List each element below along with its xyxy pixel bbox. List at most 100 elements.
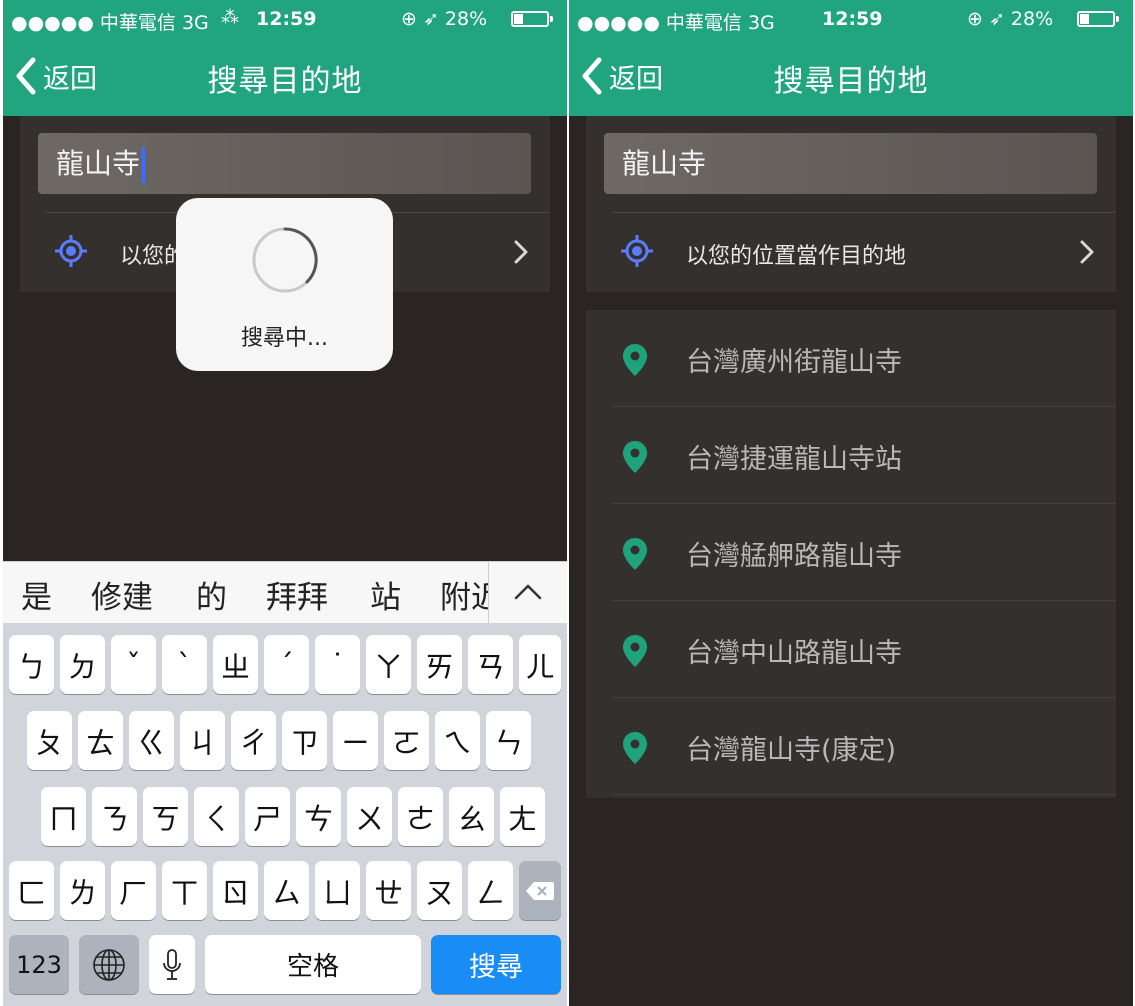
key[interactable]: ㄟ (435, 711, 480, 770)
key[interactable]: ㄜ (398, 787, 443, 846)
candidate-word[interactable]: 是 (21, 572, 52, 617)
chevron-up-icon (514, 584, 542, 600)
key[interactable]: ㄙ (264, 861, 309, 920)
microphone-icon (163, 948, 181, 980)
loading-hud: 搜尋中... (176, 198, 393, 371)
use-location-row[interactable]: 以您的位置當作目的地 (586, 212, 1116, 292)
result-item[interactable]: 台灣龍山寺(康定) (586, 698, 1116, 795)
result-item[interactable]: 台灣捷運龍山寺站 (586, 407, 1116, 504)
numbers-key[interactable]: 123 (9, 935, 69, 994)
map-pin-icon (623, 635, 647, 667)
key[interactable]: ㄠ (449, 787, 494, 846)
result-label: 台灣龍山寺(康定) (686, 735, 897, 766)
carrier-signal: ●●●●● 中華電信 3G (577, 12, 775, 34)
candidate-word[interactable]: 站 (370, 572, 401, 617)
phone-screen-results: ●●●●● 中華電信 3G 12:59 ⊕ ➶ 28% 返回 搜尋目的地 龍山寺… (569, 0, 1133, 1006)
map-pin-icon (623, 344, 647, 376)
result-label: 台灣中山路龍山寺 (686, 638, 902, 669)
key[interactable]: ˙ (315, 635, 360, 694)
nav-bar: 返回 搜尋目的地 (569, 38, 1133, 116)
result-item[interactable]: 台灣中山路龍山寺 (586, 601, 1116, 698)
battery-icon (511, 11, 553, 27)
key[interactable]: ㄎ (143, 787, 188, 846)
status-time: 12:59 (822, 8, 883, 30)
key[interactable]: ㄋ (92, 787, 137, 846)
delete-icon (526, 881, 554, 900)
status-bar: ●●●●● 中華電信 3G 12:59 ⊕ ➶ 28% (569, 0, 1133, 38)
key[interactable]: ㄞ (417, 635, 462, 694)
candidate-word[interactable]: 拜拜 (266, 572, 328, 617)
search-value: 龍山寺 (56, 147, 141, 180)
key[interactable]: ㄘ (296, 787, 341, 846)
globe-key[interactable] (79, 935, 139, 994)
candidate-word[interactable]: 的 (196, 572, 227, 617)
result-label: 台灣廣州街龍山寺 (686, 347, 902, 378)
candidate-expand-button[interactable] (488, 562, 567, 623)
key[interactable]: ˇ (111, 635, 156, 694)
network-activity-icon: ⁂ (221, 7, 239, 28)
key[interactable]: ㄩ (315, 861, 360, 920)
search-value: 龍山寺 (622, 147, 707, 180)
search-key[interactable]: 搜尋 (431, 935, 561, 994)
key[interactable]: ㄕ (245, 787, 290, 846)
key[interactable]: ㄆ (27, 711, 72, 770)
key[interactable]: ㄅ (9, 635, 54, 694)
globe-icon (93, 948, 125, 981)
delete-key[interactable] (519, 861, 561, 920)
status-indicators: ⊕ ➶ 28% (401, 8, 488, 30)
divider (612, 794, 1116, 795)
key[interactable]: ㄧ (333, 711, 378, 770)
key[interactable]: ㄒ (162, 861, 207, 920)
battery-icon (1077, 11, 1119, 27)
key[interactable]: ㄏ (111, 861, 156, 920)
status-time: 12:59 (256, 8, 317, 30)
key[interactable]: ㄇ (41, 787, 86, 846)
key[interactable]: ㄊ (78, 711, 123, 770)
key[interactable]: ㄦ (519, 635, 561, 694)
text-cursor (142, 147, 146, 183)
key[interactable]: ㄝ (366, 861, 411, 920)
key[interactable]: ㄖ (213, 861, 258, 920)
result-item[interactable]: 台灣艋舺路龍山寺 (586, 504, 1116, 601)
candidate-word[interactable]: 修建 (91, 572, 153, 617)
chevron-right-icon (1080, 240, 1094, 264)
key[interactable]: ㄔ (231, 711, 276, 770)
microphone-key[interactable] (149, 935, 195, 994)
use-location-label: 以您的位置當作目的地 (686, 244, 907, 269)
key[interactable]: ㄤ (500, 787, 545, 846)
zhuyin-keyboard: ㄅ ㄉ ˇ ˋ ㄓ ˊ ˙ ㄚ ㄞ ㄢ ㄦ ㄆ ㄊ ㄍ ㄐ ㄔ ㄗ ㄧ ㄛ ㄟ … (3, 623, 567, 1006)
map-pin-icon (623, 732, 647, 764)
carrier-signal: ●●●●● 中華電信 3G (11, 12, 209, 34)
key[interactable]: ㄌ (60, 861, 105, 920)
key[interactable]: ㄑ (194, 787, 239, 846)
search-input[interactable]: 龍山寺 (604, 133, 1097, 194)
key[interactable]: ˊ (264, 635, 309, 694)
key[interactable]: ㄐ (180, 711, 225, 770)
result-label: 台灣捷運龍山寺站 (686, 444, 902, 475)
page-title: 搜尋目的地 (773, 64, 929, 99)
key[interactable]: ㄗ (282, 711, 327, 770)
map-pin-icon (623, 441, 647, 473)
result-item[interactable]: 台灣廣州街龍山寺 (586, 310, 1116, 407)
candidate-bar: 是 修建 的 拜拜 站 附近 (3, 561, 567, 623)
nav-bar: 返回 搜尋目的地 (3, 38, 567, 116)
key[interactable]: ㄓ (213, 635, 258, 694)
key[interactable]: ㄍ (129, 711, 174, 770)
result-label: 台灣艋舺路龍山寺 (686, 541, 902, 572)
status-bar: ●●●●● 中華電信 3G ⁂ 12:59 ⊕ ➶ 28% (3, 0, 567, 38)
key[interactable]: ㄈ (9, 861, 54, 920)
spinner-icon (252, 227, 318, 293)
key[interactable]: ㄚ (366, 635, 411, 694)
key[interactable]: ㄢ (468, 635, 513, 694)
results-list: 台灣廣州街龍山寺 台灣捷運龍山寺站 台灣艋舺路龍山寺 台灣中山路龍山寺 台灣龍山… (586, 310, 1116, 798)
key[interactable]: ㄉ (60, 635, 105, 694)
key[interactable]: ˋ (162, 635, 207, 694)
key[interactable]: ㄣ (486, 711, 531, 770)
key[interactable]: ㄨ (347, 787, 392, 846)
divider (612, 212, 1116, 213)
key[interactable]: ㄥ (468, 861, 513, 920)
key[interactable]: ㄡ (417, 861, 462, 920)
search-input-overlay[interactable]: 龍山寺 (38, 133, 531, 194)
key[interactable]: ㄛ (384, 711, 429, 770)
space-key[interactable]: 空格 (205, 935, 421, 994)
